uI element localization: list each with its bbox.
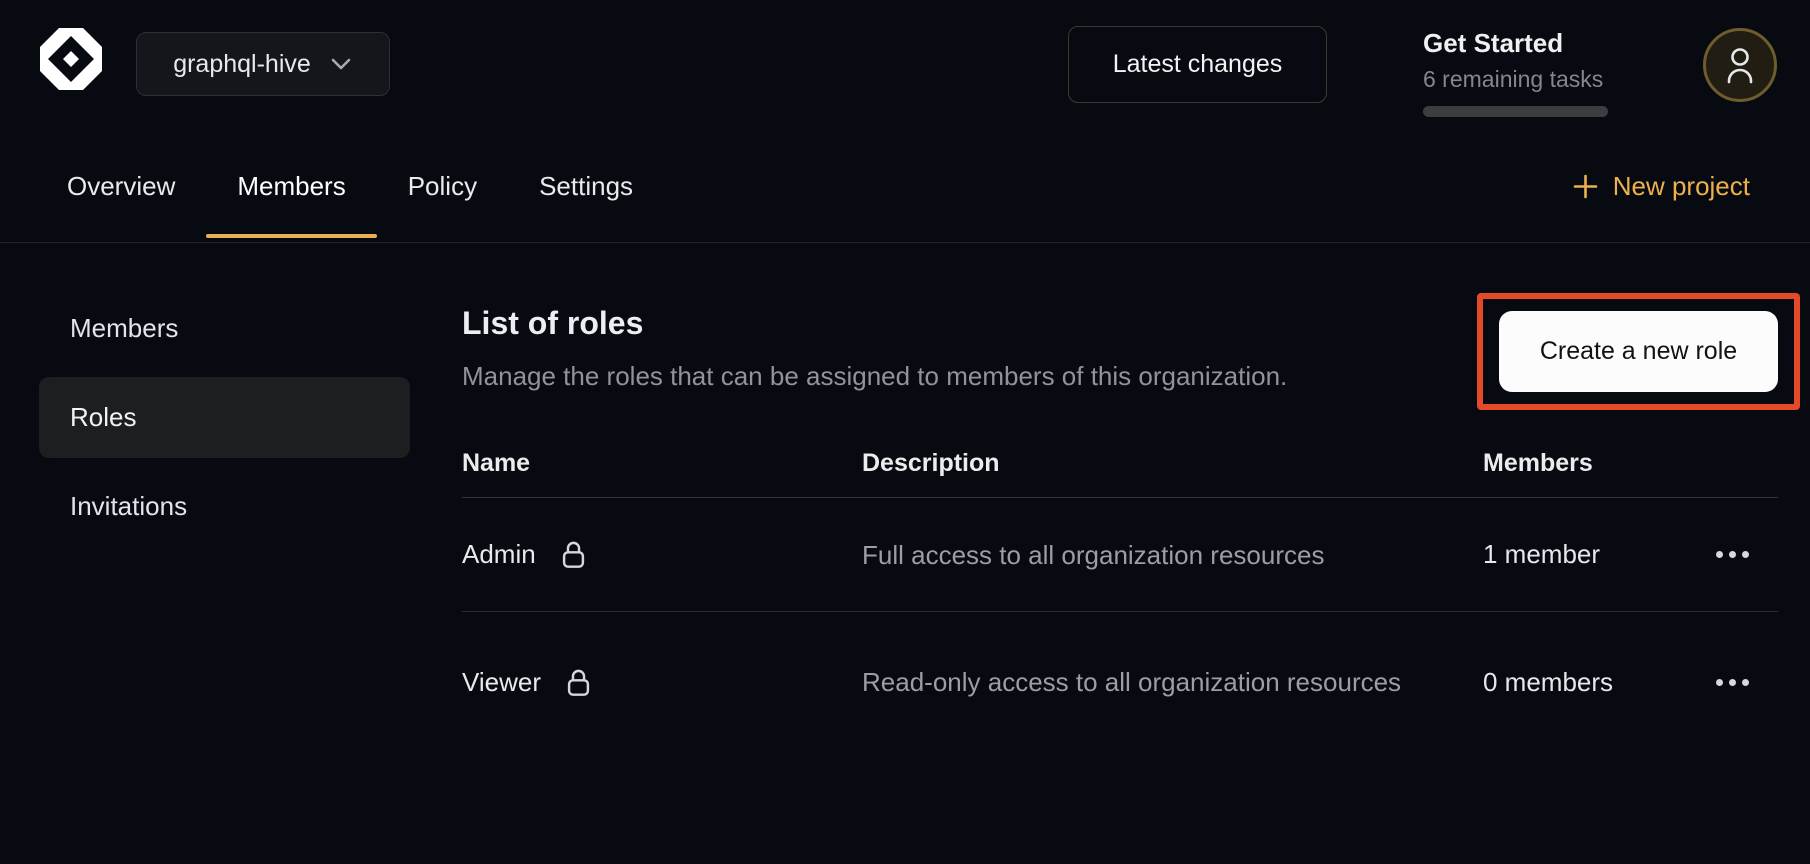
chevron-down-icon xyxy=(329,56,353,72)
page-subtitle: Manage the roles that can be assigned to… xyxy=(462,361,1287,392)
role-name: Viewer xyxy=(462,667,541,698)
person-icon xyxy=(1723,46,1757,84)
roles-table: Name Description Members Admin Full acce… xyxy=(462,430,1778,752)
organization-name: graphql-hive xyxy=(173,50,311,79)
latest-changes-button[interactable]: Latest changes xyxy=(1068,26,1327,103)
lock-icon xyxy=(565,667,592,698)
members-section-sidebar: Members Roles Invitations xyxy=(39,288,410,555)
get-started-title: Get Started xyxy=(1423,28,1608,59)
tab-overview[interactable]: Overview xyxy=(36,130,206,242)
sidebar-item-roles[interactable]: Roles xyxy=(39,377,410,458)
annotation-highlight: Create a new role xyxy=(1477,293,1800,410)
column-header-description: Description xyxy=(862,449,1483,478)
get-started-widget[interactable]: Get Started 6 remaining tasks xyxy=(1423,28,1608,117)
new-project-label: New project xyxy=(1613,171,1750,202)
column-header-members: Members xyxy=(1483,449,1778,478)
table-row-admin: Admin Full access to all organization re… xyxy=(462,498,1778,612)
get-started-remaining-tasks: 6 remaining tasks xyxy=(1423,66,1608,93)
row-actions-menu-button[interactable] xyxy=(1714,673,1751,692)
role-member-count: 0 members xyxy=(1483,667,1613,698)
table-row-viewer: Viewer Read-only access to all organizat… xyxy=(462,612,1778,752)
get-started-progress-bar xyxy=(1423,106,1608,117)
row-actions-menu-button[interactable] xyxy=(1714,545,1751,564)
sidebar-item-invitations[interactable]: Invitations xyxy=(39,466,410,547)
sidebar-item-members[interactable]: Members xyxy=(39,288,410,369)
page-title: List of roles xyxy=(462,305,643,342)
role-description: Full access to all organization resource… xyxy=(862,536,1483,574)
tab-members[interactable]: Members xyxy=(206,130,376,242)
organization-selector[interactable]: graphql-hive xyxy=(136,32,390,96)
column-header-name: Name xyxy=(462,449,862,478)
tab-settings[interactable]: Settings xyxy=(508,130,664,242)
app-window: graphql-hive Latest changes Get Started … xyxy=(0,0,1810,864)
role-name: Admin xyxy=(462,539,536,570)
hive-logo-icon xyxy=(36,24,106,94)
role-member-count: 1 member xyxy=(1483,539,1600,570)
plus-icon xyxy=(1572,173,1599,200)
lock-icon xyxy=(560,539,587,570)
org-tab-bar: Overview Members Policy Settings New pro… xyxy=(0,130,1810,243)
new-project-button[interactable]: New project xyxy=(1572,130,1750,243)
user-avatar[interactable] xyxy=(1703,28,1777,102)
tab-policy[interactable]: Policy xyxy=(377,130,508,242)
create-new-role-button[interactable]: Create a new role xyxy=(1499,311,1778,392)
table-header-row: Name Description Members xyxy=(462,430,1778,498)
role-description: Read-only access to all organization res… xyxy=(862,663,1483,701)
